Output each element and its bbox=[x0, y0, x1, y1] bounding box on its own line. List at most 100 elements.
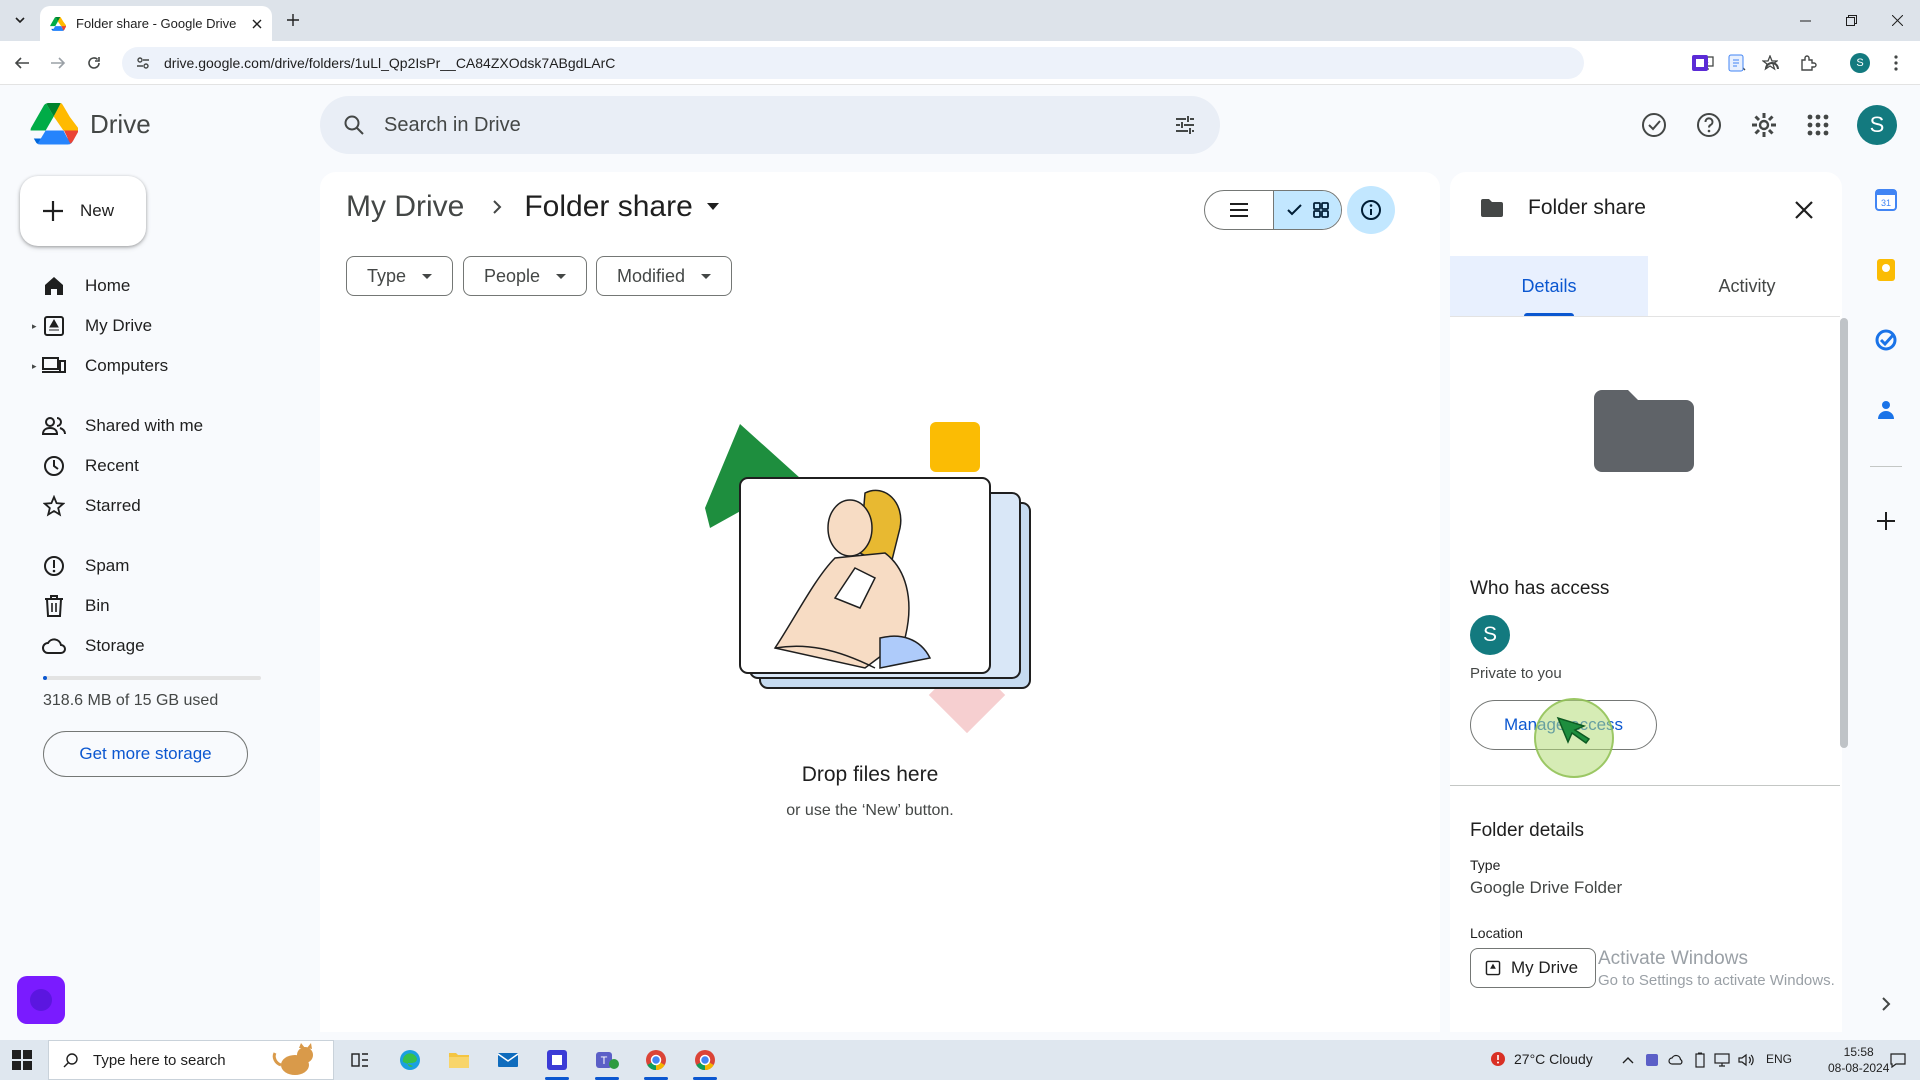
taskbar-chrome-1[interactable] bbox=[636, 1044, 676, 1080]
sidebar-item-label: Shared with me bbox=[85, 416, 204, 435]
expand-caret-icon[interactable]: ▸ bbox=[32, 361, 37, 372]
taskbar-file-explorer[interactable] bbox=[439, 1044, 479, 1076]
caret-down-icon[interactable] bbox=[706, 203, 719, 211]
details-scrollbar[interactable] bbox=[1840, 318, 1848, 748]
grid-view-button[interactable] bbox=[1273, 191, 1341, 229]
taskbar-mail[interactable] bbox=[488, 1044, 528, 1076]
plus-icon bbox=[1877, 512, 1895, 530]
watermark-line-2: Go to Settings to activate Windows. bbox=[1598, 972, 1835, 989]
get-more-storage-button[interactable]: Get more storage bbox=[43, 731, 248, 777]
contacts-app-button[interactable] bbox=[1872, 396, 1900, 424]
sidebar-item-label: Starred bbox=[85, 496, 141, 515]
new-tab-button[interactable] bbox=[282, 9, 304, 31]
tray-onedrive[interactable] bbox=[1666, 1050, 1686, 1070]
star-icon bbox=[42, 494, 66, 518]
manage-access-button[interactable]: Manage access bbox=[1470, 700, 1657, 750]
extension-3-button[interactable] bbox=[1760, 51, 1784, 75]
sidebar-item-storage[interactable]: Storage bbox=[30, 629, 290, 663]
type-filter-chip[interactable]: Type bbox=[346, 256, 454, 296]
get-addons-button[interactable] bbox=[1872, 507, 1900, 535]
modified-filter-chip[interactable]: Modified bbox=[596, 256, 733, 296]
extension-1-button[interactable] bbox=[1688, 51, 1712, 75]
taskbar-teams[interactable]: T bbox=[587, 1044, 627, 1080]
drive-search-bar[interactable]: Search in Drive bbox=[320, 96, 1220, 154]
browser-tab-active[interactable]: Folder share - Google Drive bbox=[40, 6, 272, 41]
windows-start-icon[interactable] bbox=[12, 1050, 32, 1070]
sidebar-item-computers[interactable]: ▸ Computers bbox=[30, 349, 290, 383]
site-info-icon bbox=[137, 57, 149, 69]
tasks-app-button[interactable] bbox=[1872, 326, 1900, 354]
tray-overflow-button[interactable] bbox=[1618, 1050, 1638, 1070]
close-details-button[interactable] bbox=[1790, 196, 1818, 224]
taskbar-clock[interactable]: 15:58 08-08-2024 bbox=[1828, 1044, 1889, 1076]
forward-button[interactable] bbox=[46, 51, 70, 75]
taskbar-app-purple[interactable] bbox=[537, 1044, 577, 1080]
taskbar-weather[interactable]: 27°C Cloudy bbox=[1490, 1051, 1593, 1067]
tray-battery[interactable] bbox=[1690, 1050, 1710, 1070]
sidebar-item-spam[interactable]: Spam bbox=[30, 549, 290, 583]
google-apps-button[interactable] bbox=[1802, 109, 1834, 141]
reload-icon bbox=[88, 57, 100, 69]
tray-volume[interactable] bbox=[1736, 1050, 1756, 1070]
sidebar-item-home[interactable]: Home bbox=[30, 269, 290, 303]
drive-logo[interactable]: Drive bbox=[30, 103, 151, 145]
support-button[interactable] bbox=[1693, 109, 1725, 141]
account-avatar[interactable]: S bbox=[1857, 105, 1897, 145]
breadcrumb-current-folder[interactable]: Folder share bbox=[524, 190, 692, 224]
profile-avatar: S bbox=[1850, 53, 1870, 73]
taskbar-edge[interactable] bbox=[390, 1044, 430, 1076]
computers-icon bbox=[42, 354, 66, 378]
people-filter-label: People bbox=[484, 265, 541, 286]
browser-menu-button[interactable] bbox=[1884, 51, 1908, 75]
people-filter-chip[interactable]: People bbox=[463, 256, 588, 296]
ready-offline-button[interactable] bbox=[1638, 109, 1670, 141]
search-options-icon[interactable] bbox=[1173, 113, 1197, 137]
tab-search-button[interactable] bbox=[8, 8, 32, 32]
search-input[interactable]: Search in Drive bbox=[384, 114, 521, 137]
tray-teams[interactable] bbox=[1642, 1050, 1662, 1070]
back-button[interactable] bbox=[10, 51, 34, 75]
task-view-button[interactable] bbox=[340, 1044, 380, 1076]
restore-button[interactable] bbox=[1828, 0, 1874, 41]
storage-usage-fill bbox=[43, 676, 48, 680]
extension-2-button[interactable] bbox=[1724, 51, 1748, 75]
list-view-button[interactable] bbox=[1205, 191, 1273, 229]
expand-caret-icon[interactable]: ▸ bbox=[32, 321, 37, 332]
input-language[interactable]: ENG bbox=[1766, 1052, 1792, 1066]
floating-assistant-icon[interactable] bbox=[17, 976, 65, 1024]
sidebar-item-label: My Drive bbox=[85, 316, 153, 335]
view-details-button[interactable] bbox=[1347, 186, 1395, 234]
sidebar-item-shared-with-me[interactable]: Shared with me bbox=[30, 409, 290, 443]
reload-button[interactable] bbox=[82, 51, 106, 75]
minimize-icon bbox=[1799, 20, 1811, 22]
sidebar-item-starred[interactable]: Starred bbox=[30, 489, 290, 523]
windows-activation-watermark: Activate Windows Go to Settings to activ… bbox=[1598, 948, 1835, 989]
show-side-panel-button[interactable] bbox=[1874, 992, 1898, 1016]
access-user-avatar[interactable]: S bbox=[1470, 615, 1510, 655]
location-chip[interactable]: My Drive bbox=[1470, 948, 1596, 988]
taskbar-chrome-2[interactable] bbox=[685, 1044, 725, 1080]
tray-network[interactable] bbox=[1712, 1050, 1732, 1070]
new-button[interactable]: New bbox=[20, 176, 146, 246]
notifications-button[interactable] bbox=[1888, 1050, 1908, 1070]
settings-button[interactable] bbox=[1748, 109, 1780, 141]
calendar-app-button[interactable]: 31 bbox=[1872, 186, 1900, 214]
tab-activity[interactable]: Activity bbox=[1648, 256, 1846, 316]
extensions-button[interactable] bbox=[1796, 51, 1820, 75]
teams-tray-icon bbox=[1646, 1054, 1658, 1066]
sidebar-item-my-drive[interactable]: ▸ My Drive bbox=[30, 309, 290, 343]
breadcrumb-my-drive[interactable]: My Drive bbox=[346, 190, 464, 224]
profile-button[interactable]: S bbox=[1848, 51, 1872, 75]
address-bar[interactable]: drive.google.com/drive/folders/1uLl_Qp2I… bbox=[122, 47, 1778, 79]
taskbar-search-box[interactable]: Type here to search bbox=[48, 1040, 334, 1080]
tab-details[interactable]: Details bbox=[1450, 256, 1648, 316]
location-value: My Drive bbox=[1511, 958, 1579, 977]
sidebar-item-bin[interactable]: Bin bbox=[30, 589, 290, 623]
minimize-button[interactable] bbox=[1782, 0, 1828, 41]
close-tab-icon[interactable] bbox=[252, 19, 262, 29]
keep-app-button[interactable] bbox=[1872, 256, 1900, 284]
close-window-button[interactable] bbox=[1874, 0, 1920, 41]
details-title: Folder share bbox=[1528, 196, 1646, 219]
sidebar-item-recent[interactable]: Recent bbox=[30, 449, 290, 483]
restore-icon bbox=[1845, 15, 1857, 26]
